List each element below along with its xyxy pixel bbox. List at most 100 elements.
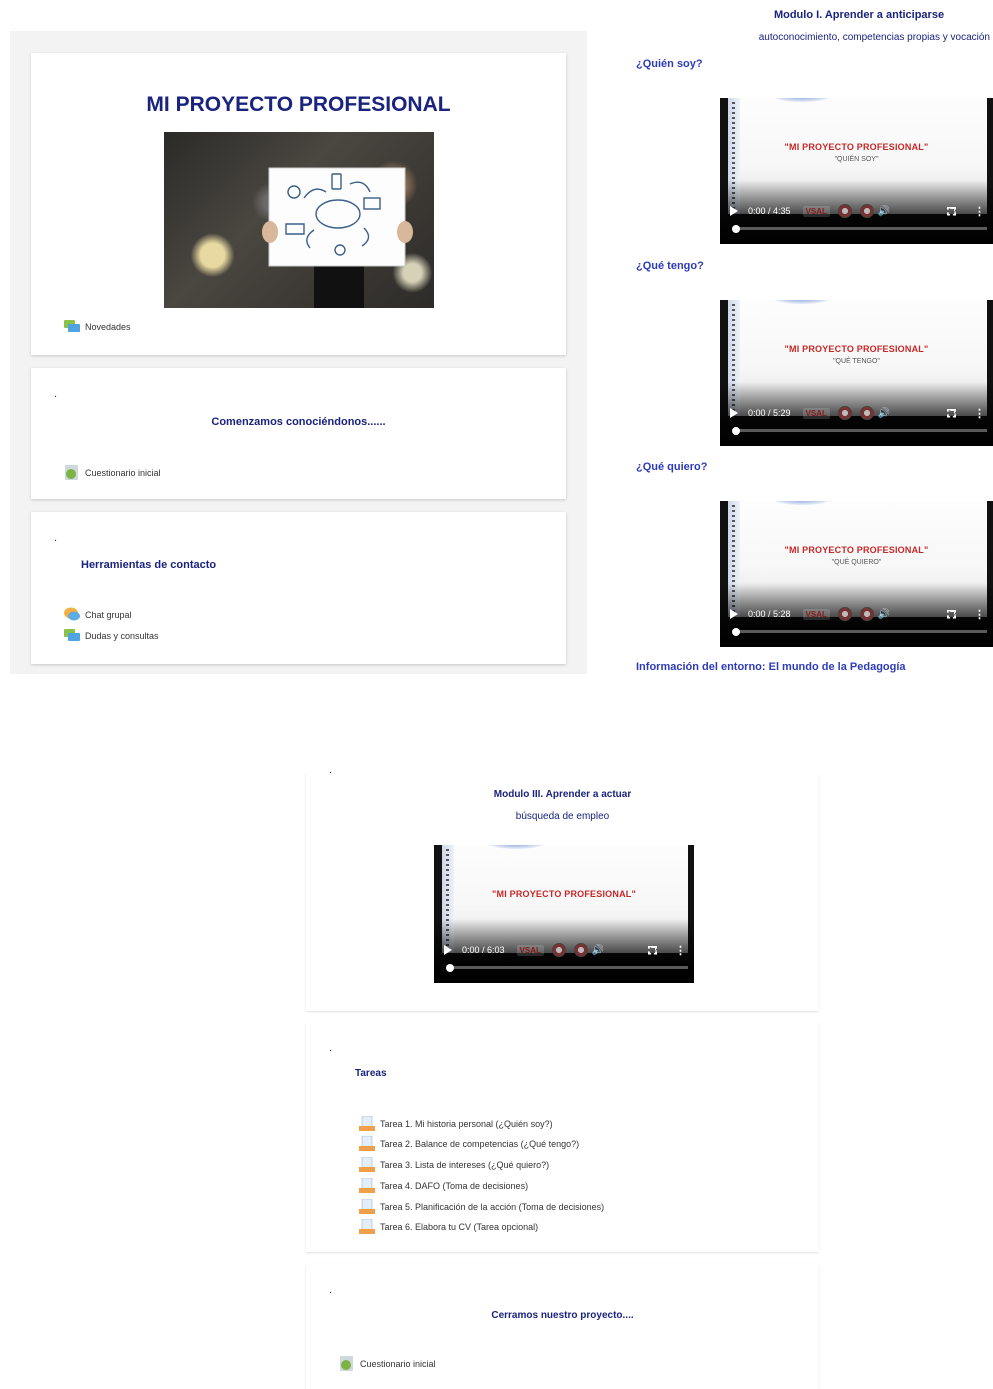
video-slide-title: "MI PROYECTO PROFESIONAL"	[784, 142, 929, 152]
section-marker: .	[329, 1284, 333, 1296]
video-player-what-i-have[interactable]: "MI PROYECTO PROFESIONAL" "QUÉ TENGO" 0:…	[720, 300, 993, 446]
emblem-icon	[837, 607, 852, 621]
intro-section-title: Comenzamos conociéndonos......	[211, 416, 386, 428]
video-progress-bar[interactable]	[734, 429, 987, 432]
task-label: Tarea 2. Balance de competencias (¿Qué t…	[380, 1138, 580, 1149]
fullscreen-icon[interactable]	[947, 408, 956, 418]
task-label: Tarea 4. DAFO (Toma de decisiones)	[380, 1180, 529, 1191]
person-holding-sign-illustration	[262, 167, 413, 308]
assignment-icon	[359, 1116, 375, 1131]
assignment-icon	[359, 1136, 375, 1151]
task-link[interactable]: Tarea 5. Planificación de la acción (Tom…	[359, 1199, 604, 1214]
video-time: 0:00 / 5:29	[748, 408, 791, 418]
usal-logo: VSAL	[802, 205, 830, 217]
task-label: Tarea 3. Lista de intereses (¿Qué quiero…	[380, 1159, 550, 1170]
announcements-forum-link[interactable]: Novedades	[64, 319, 131, 334]
video-scrubber-handle[interactable]	[732, 427, 740, 435]
tasks-card: . Tareas Tarea 1. Mi historia personal (…	[306, 1022, 819, 1252]
emblem-icon	[859, 406, 874, 420]
volume-icon[interactable]: 🔊	[878, 609, 890, 620]
intro-section-card: . Comenzamos conociéndonos...... Cuestio…	[31, 368, 566, 499]
video-player-who-am-i[interactable]: "MI PROYECTO PROFESIONAL" "QUIÉN SOY" 0:…	[720, 98, 993, 244]
initial-quiz-link[interactable]: Cuestionario inicial	[64, 465, 161, 480]
video-player-act[interactable]: "MI PROYECTO PROFESIONAL" 0:00 / 6:03 VS…	[434, 845, 694, 983]
emblem-icon	[573, 943, 588, 957]
video-heading-what-i-have: ¿Qué tengo?	[636, 260, 704, 272]
task-label: Tarea 6. Elabora tu CV (Tarea opcional)	[380, 1221, 539, 1232]
task-label: Tarea 5. Planificación de la acción (Tom…	[380, 1201, 605, 1212]
video-progress-bar[interactable]	[448, 966, 688, 969]
fullscreen-icon[interactable]	[648, 945, 657, 955]
emblem-icon	[837, 406, 852, 420]
video-slide-subtitle: "QUÉ QUIERO"	[831, 559, 882, 566]
video-scrubber-handle[interactable]	[732, 225, 740, 233]
video-slide-title: "MI PROYECTO PROFESIONAL"	[784, 344, 929, 354]
usal-logo: VSAL	[516, 944, 544, 956]
quiz-icon	[340, 1356, 353, 1371]
task-link[interactable]: Tarea 2. Balance de competencias (¿Qué t…	[359, 1136, 579, 1151]
closing-quiz-link[interactable]: Cuestionario inicial	[339, 1356, 436, 1371]
usal-logo: VSAL	[802, 608, 830, 620]
contact-tools-title: Herramientas de contacto	[81, 559, 217, 571]
group-chat-link[interactable]: Chat grupal	[64, 607, 132, 622]
quiz-icon	[65, 465, 78, 480]
group-chat-label: Chat grupal	[85, 609, 132, 620]
more-options-icon[interactable]: ⋮	[974, 205, 985, 218]
video-player-what-i-want[interactable]: "MI PROYECTO PROFESIONAL" "QUÉ QUIERO" 0…	[720, 501, 993, 647]
play-icon[interactable]	[730, 609, 738, 619]
task-link[interactable]: Tarea 4. DAFO (Toma de decisiones)	[359, 1178, 528, 1193]
emblem-icon	[859, 607, 874, 621]
module1-subtitle: autoconocimiento, competencias propias y…	[758, 32, 990, 43]
tasks-title: Tareas	[355, 1068, 387, 1079]
play-icon[interactable]	[730, 408, 738, 418]
video-heading-what-i-want: ¿Qué quiero?	[636, 461, 708, 473]
more-options-icon[interactable]: ⋮	[675, 944, 686, 957]
fullscreen-icon[interactable]	[947, 609, 956, 619]
questions-forum-link[interactable]: Dudas y consultas	[64, 628, 159, 643]
more-options-icon[interactable]: ⋮	[974, 407, 985, 420]
task-link[interactable]: Tarea 3. Lista de intereses (¿Qué quiero…	[359, 1157, 549, 1172]
video-slide-subtitle: "QUIÉN SOY"	[834, 156, 879, 163]
module3-subtitle: búsqueda de empleo	[515, 811, 610, 822]
volume-icon[interactable]: 🔊	[878, 206, 890, 217]
environment-heading-clip: Información del entorno: El mundo de la …	[600, 658, 993, 674]
module1-title: Modulo I. Aprender a anticiparse	[773, 9, 945, 21]
video-scrubber-handle[interactable]	[732, 628, 740, 636]
module3-card: Modulo III. Aprender a actuar búsqueda d…	[306, 773, 819, 1011]
environment-info-heading: Información del entorno: El mundo de la …	[636, 661, 906, 673]
fullscreen-icon[interactable]	[947, 206, 956, 216]
video-time: 0:00 / 4:35	[748, 206, 791, 216]
assignment-icon	[359, 1199, 375, 1214]
course-header-card: MI PROYECTO PROFESIONAL Novedades	[31, 53, 566, 355]
video-heading-who-am-i: ¿Quién soy?	[636, 58, 703, 70]
video-time: 0:00 / 5:28	[748, 609, 791, 619]
task-link[interactable]: Tarea 6. Elabora tu CV (Tarea opcional)	[359, 1219, 538, 1234]
video-progress-bar[interactable]	[734, 630, 987, 633]
video-time: 0:00 / 6:03	[462, 945, 505, 955]
forum-icon	[64, 320, 80, 332]
chat-icon	[64, 607, 80, 621]
forum-icon	[64, 629, 80, 641]
assignment-icon	[359, 1157, 375, 1172]
closing-section-card: . Cerramos nuestro proyecto.... Cuestion…	[306, 1264, 819, 1389]
more-options-icon[interactable]: ⋮	[974, 608, 985, 621]
video-scrubber-handle[interactable]	[446, 964, 454, 972]
video-progress-bar[interactable]	[734, 227, 987, 230]
task-link[interactable]: Tarea 1. Mi historia personal (¿Quién so…	[359, 1116, 553, 1131]
assignment-icon	[359, 1219, 375, 1234]
volume-icon[interactable]: 🔊	[592, 945, 604, 956]
play-icon[interactable]	[730, 206, 738, 216]
video-slide-title: "MI PROYECTO PROFESIONAL"	[784, 545, 929, 555]
section-marker: .	[329, 1042, 333, 1054]
course-title: MI PROYECTO PROFESIONAL	[146, 93, 451, 116]
announcements-label: Novedades	[85, 321, 131, 332]
play-icon[interactable]	[444, 945, 452, 955]
section-marker: .	[54, 388, 58, 400]
questions-forum-label: Dudas y consultas	[85, 630, 159, 641]
emblem-icon	[859, 204, 874, 218]
section-marker: .	[54, 532, 58, 544]
initial-quiz-label: Cuestionario inicial	[85, 467, 161, 478]
module3-title: Modulo III. Aprender a actuar	[493, 789, 632, 800]
closing-section-title: Cerramos nuestro proyecto....	[491, 1310, 634, 1321]
volume-icon[interactable]: 🔊	[878, 408, 890, 419]
